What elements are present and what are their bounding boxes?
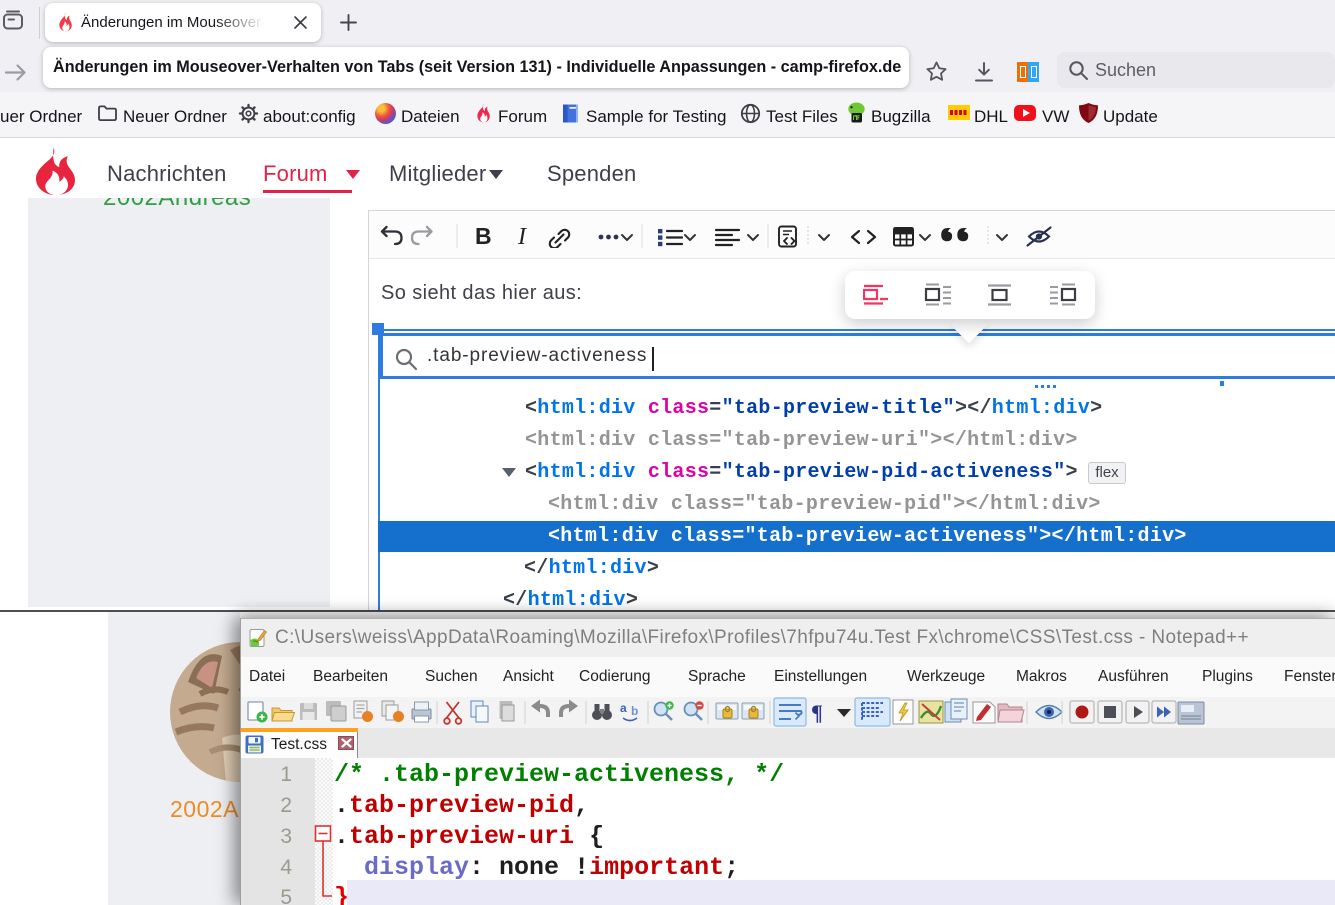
svg-text:¶: ¶: [811, 700, 823, 725]
svg-text:a: a: [620, 701, 627, 715]
svg-text:b: b: [631, 704, 638, 718]
svg-text:I: I: [517, 224, 527, 248]
svg-text:B: B: [475, 224, 492, 248]
